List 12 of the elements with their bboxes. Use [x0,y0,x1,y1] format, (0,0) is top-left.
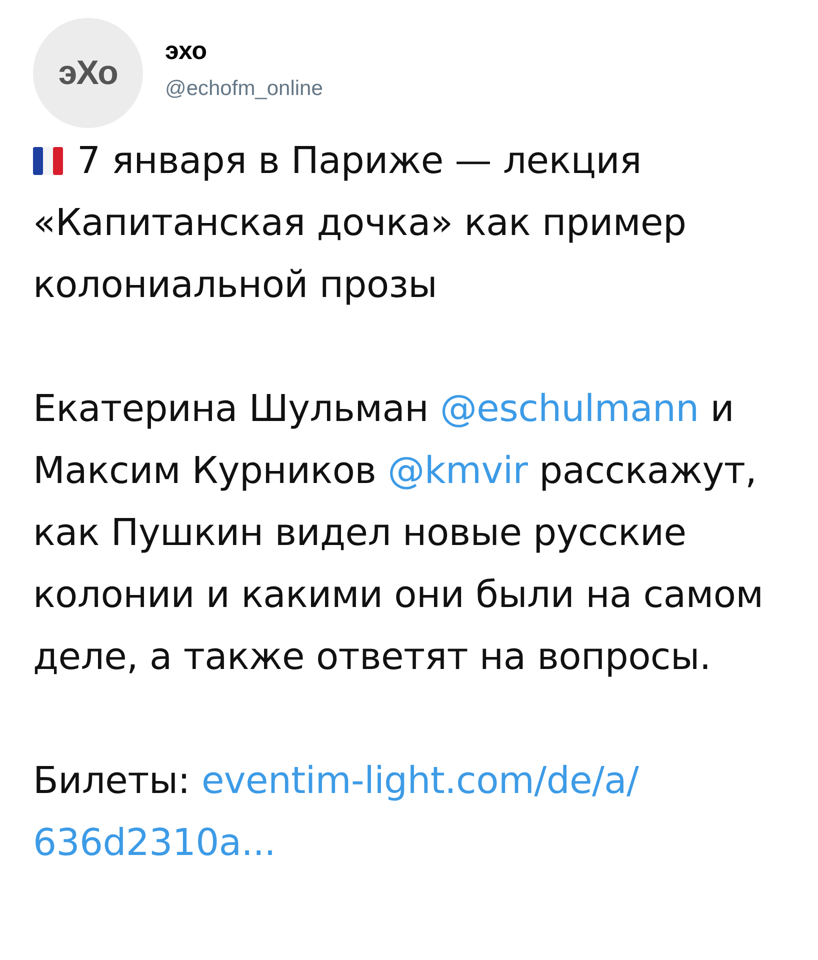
tweet-paragraph: Екатерина Шульман @eschulmann и Максим Курников @kmvir расскажут, как Пушкин видел новые русские колонии и какими они были на самом деле, а также ответят на вопросы. [33,386,764,680]
avatar[interactable]: эХо [33,18,143,128]
tweet-text: 7 января в Париже — лекция [77,138,642,184]
mention-link[interactable]: @eschulmann [440,387,699,430]
url-link[interactable]: 636d2310a... [33,821,276,864]
account-name: эхо [165,39,208,64]
account-handle[interactable]: @echofm_online [165,78,323,99]
url-link[interactable]: eventim-light.com/de/a/ [201,759,639,802]
avatar-logo: эХо [58,52,118,94]
tweet-paragraph: Билеты: eventim-light.com/de/a/ 636d2310a... [33,758,640,866]
tweet-paragraph: «Капитанская дочка» как пример колониальной прозы [33,200,688,308]
mention-link[interactable]: @kmvir [388,449,528,492]
